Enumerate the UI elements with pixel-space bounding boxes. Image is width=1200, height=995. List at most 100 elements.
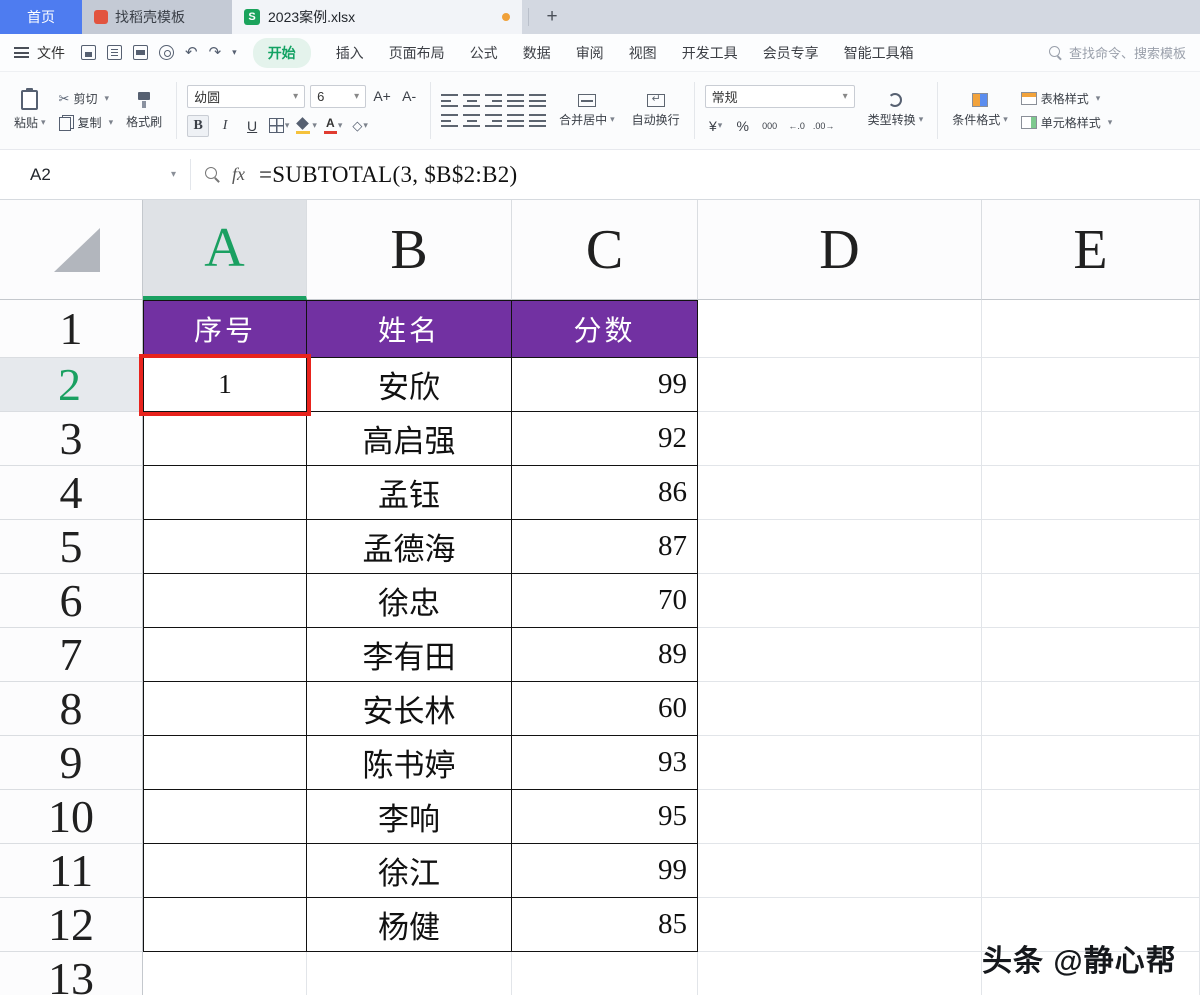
align-bottom-icon[interactable] — [485, 94, 503, 107]
percent-button[interactable]: % — [732, 115, 754, 137]
cell-B12[interactable]: 杨健 — [307, 898, 512, 952]
cell-D2[interactable] — [698, 358, 982, 412]
row-header-11[interactable]: 11 — [0, 844, 143, 898]
cell-B10[interactable]: 李响 — [307, 790, 512, 844]
cell-E7[interactable] — [982, 628, 1200, 682]
paste-button[interactable]: 粘贴 — [10, 88, 50, 132]
cell-B4[interactable]: 孟钰 — [307, 466, 512, 520]
type-convert-button[interactable]: 类型转换 — [864, 92, 928, 129]
select-all-corner[interactable] — [0, 200, 143, 300]
cell-C12[interactable]: 85 — [512, 898, 698, 952]
column-header-C[interactable]: C — [512, 200, 698, 300]
cell-E6[interactable] — [982, 574, 1200, 628]
file-menu[interactable]: 文件 — [14, 43, 65, 63]
cell-D10[interactable] — [698, 790, 982, 844]
pattern-button[interactable] — [349, 115, 371, 137]
increase-indent-icon[interactable] — [529, 94, 547, 107]
font-name-select[interactable]: 幼圆 — [187, 84, 306, 108]
cell-C7[interactable]: 89 — [512, 628, 698, 682]
cell-C10[interactable]: 95 — [512, 790, 698, 844]
ribbon-tab-开发工具[interactable]: 开发工具 — [682, 43, 738, 63]
cell-D5[interactable] — [698, 520, 982, 574]
qat-dropdown-icon[interactable]: ▾ — [232, 47, 237, 58]
row-header-1[interactable]: 1 — [0, 300, 143, 358]
row-header-2[interactable]: 2 — [0, 358, 143, 412]
cut-button[interactable]: ✂ 剪切 — [59, 90, 114, 107]
cell-D7[interactable] — [698, 628, 982, 682]
underline-button[interactable]: U — [241, 115, 263, 137]
cell-B3[interactable]: 高启强 — [307, 412, 512, 466]
cell-C6[interactable]: 70 — [512, 574, 698, 628]
cell-C11[interactable]: 99 — [512, 844, 698, 898]
font-color-button[interactable]: A — [322, 115, 344, 137]
cell-E8[interactable] — [982, 682, 1200, 736]
cell-C13[interactable] — [512, 952, 698, 995]
row-header-4[interactable]: 4 — [0, 466, 143, 520]
cell-D6[interactable] — [698, 574, 982, 628]
copy-button[interactable]: 复制 — [58, 114, 114, 131]
cell-D8[interactable] — [698, 682, 982, 736]
cell-E11[interactable] — [982, 844, 1200, 898]
formula-input[interactable]: =SUBTOTAL(3, $B$2:B2) — [259, 150, 518, 199]
cell-A13[interactable] — [143, 952, 307, 995]
cell-A10[interactable] — [143, 790, 307, 844]
cell-B7[interactable]: 李有田 — [307, 628, 512, 682]
ribbon-tab-页面布局[interactable]: 页面布局 — [389, 43, 445, 63]
cell-A12[interactable] — [143, 898, 307, 952]
ribbon-tab-会员专享[interactable]: 会员专享 — [763, 43, 819, 63]
justify-icon[interactable] — [507, 114, 525, 127]
row-header-6[interactable]: 6 — [0, 574, 143, 628]
ribbon-tab-智能工具箱[interactable]: 智能工具箱 — [844, 43, 914, 63]
row-header-5[interactable]: 5 — [0, 520, 143, 574]
currency-button[interactable]: ¥ — [705, 115, 727, 137]
name-box[interactable]: A2 — [0, 150, 190, 199]
increase-decimal-button[interactable]: ←.0 — [786, 115, 808, 137]
document-tab[interactable]: S 2023案例.xlsx — [232, 0, 522, 34]
cell-B1[interactable]: 姓名 — [307, 300, 512, 358]
decrease-decimal-button[interactable]: .00→ — [813, 115, 835, 137]
ribbon-tab-视图[interactable]: 视图 — [629, 43, 657, 63]
merge-center-button[interactable]: 合并居中 — [555, 93, 619, 129]
cell-E1[interactable] — [982, 300, 1200, 358]
row-header-3[interactable]: 3 — [0, 412, 143, 466]
cell-D12[interactable] — [698, 898, 982, 952]
cell-A4[interactable] — [143, 466, 307, 520]
print-preview-icon[interactable] — [159, 45, 174, 60]
column-header-E[interactable]: E — [982, 200, 1200, 300]
cell-A3[interactable] — [143, 412, 307, 466]
cell-D4[interactable] — [698, 466, 982, 520]
align-middle-icon[interactable] — [463, 94, 481, 107]
cell-E5[interactable] — [982, 520, 1200, 574]
align-right-icon[interactable] — [485, 114, 503, 127]
format-painter-button[interactable]: 格式刷 — [122, 90, 166, 131]
cell-B9[interactable]: 陈书婷 — [307, 736, 512, 790]
insert-function-fx[interactable]: fx — [232, 164, 245, 185]
new-tab-button[interactable]: + — [535, 0, 569, 34]
font-size-select[interactable]: 6 — [310, 84, 367, 108]
row-header-12[interactable]: 12 — [0, 898, 143, 952]
cell-A6[interactable] — [143, 574, 307, 628]
undo-icon[interactable]: ↶ — [185, 45, 198, 60]
align-left-icon[interactable] — [441, 114, 459, 127]
cell-E4[interactable] — [982, 466, 1200, 520]
cell-A8[interactable] — [143, 682, 307, 736]
decrease-indent-icon[interactable] — [507, 94, 525, 107]
ribbon-tab-插入[interactable]: 插入 — [336, 43, 364, 63]
cell-B11[interactable]: 徐江 — [307, 844, 512, 898]
fill-color-button[interactable] — [295, 115, 317, 137]
command-search[interactable]: 查找命令、搜索模板 — [1048, 43, 1186, 62]
cell-C1[interactable]: 分数 — [512, 300, 698, 358]
cell-C2[interactable]: 99 — [512, 358, 698, 412]
cell-C9[interactable]: 93 — [512, 736, 698, 790]
row-header-9[interactable]: 9 — [0, 736, 143, 790]
cell-D13[interactable] — [698, 952, 982, 995]
cell-B8[interactable]: 安长林 — [307, 682, 512, 736]
conditional-format-button[interactable]: 条件格式 — [948, 92, 1012, 129]
italic-button[interactable]: I — [214, 115, 236, 137]
ribbon-tab-审阅[interactable]: 审阅 — [576, 43, 604, 63]
row-header-7[interactable]: 7 — [0, 628, 143, 682]
cell-B2[interactable]: 安欣 — [307, 358, 512, 412]
docer-template-tab[interactable]: 找稻壳模板 — [82, 0, 232, 34]
cell-E10[interactable] — [982, 790, 1200, 844]
cell-B5[interactable]: 孟德海 — [307, 520, 512, 574]
